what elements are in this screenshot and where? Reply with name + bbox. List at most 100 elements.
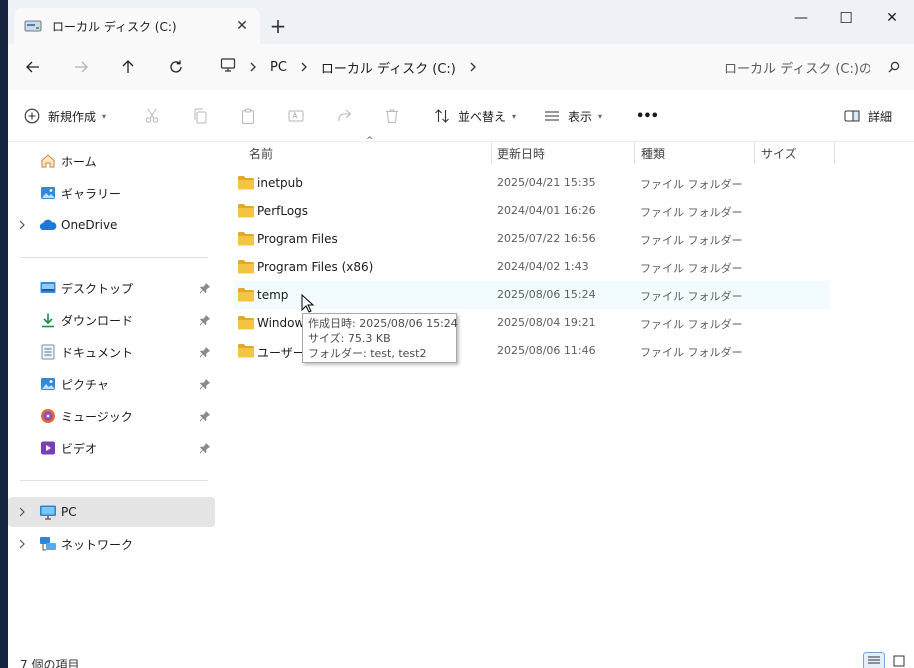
- pc-icon: [39, 503, 57, 521]
- close-tab-icon[interactable]: ✕: [228, 12, 256, 40]
- sidebar-item-onedrive[interactable]: OneDrive: [8, 210, 215, 240]
- tooltip-size: サイズ: 75.3 KB: [308, 332, 391, 345]
- column-header-name[interactable]: 名前: [249, 142, 273, 164]
- pictures-icon: [39, 375, 57, 393]
- sidebar-item-pictures[interactable]: ピクチャ: [8, 369, 215, 399]
- column-header-modified[interactable]: 更新日時: [497, 142, 545, 164]
- copy-button[interactable]: [192, 102, 208, 130]
- trash-icon: [386, 109, 398, 123]
- sidebar-item-documents[interactable]: ドキュメント: [8, 337, 215, 367]
- desktop-icon: [39, 279, 57, 297]
- chevron-right-icon[interactable]: [16, 210, 28, 240]
- arrow-up-icon: [122, 60, 134, 73]
- details-view-button[interactable]: [863, 652, 885, 668]
- new-label: 新規作成: [48, 109, 97, 124]
- more-options-button[interactable]: •••: [636, 102, 659, 130]
- chevron-right-icon: [244, 62, 262, 72]
- sort-ascending-icon: ^: [366, 136, 374, 146]
- column-header-size[interactable]: サイズ: [761, 142, 797, 164]
- video-icon: [39, 439, 57, 457]
- sidebar-item-gallery[interactable]: ギャラリー: [8, 178, 215, 208]
- minimize-button[interactable]: —: [778, 0, 824, 36]
- pin-icon[interactable]: [199, 346, 211, 358]
- table-row[interactable]: temp 2025/08/06 15:24 ファイル フォルダー: [234, 281, 830, 309]
- clipboard-icon: [242, 108, 254, 124]
- sidebar-item-home[interactable]: ホーム: [8, 146, 215, 176]
- home-icon: [39, 152, 57, 170]
- details-button[interactable]: 詳細: [844, 102, 892, 130]
- forward-button[interactable]: [65, 52, 97, 82]
- sidebar-item-label: ギャラリー: [61, 186, 122, 201]
- close-window-button[interactable]: ✕: [869, 0, 914, 36]
- sort-label: 並べ替え: [458, 109, 507, 124]
- sidebar-item-label: ダウンロード: [61, 313, 134, 328]
- file-list: ^ 名前 更新日時 種類 サイズ inetpub 2025/04/21 15:35…: [226, 136, 914, 642]
- pin-icon[interactable]: [199, 314, 211, 326]
- new-button[interactable]: 新規作成 ▾: [24, 102, 106, 130]
- column-divider[interactable]: [834, 142, 835, 164]
- delete-button[interactable]: [384, 102, 400, 130]
- chevron-right-icon[interactable]: [16, 529, 28, 559]
- search-box[interactable]: ローカル ディスク (C:)の検索: [714, 52, 902, 82]
- breadcrumb: PC ローカル ディスク (C:): [212, 52, 482, 82]
- chevron-right-icon[interactable]: [16, 497, 28, 527]
- new-tab-button[interactable]: +: [264, 12, 292, 40]
- rename-button[interactable]: [288, 102, 304, 130]
- breadcrumb-local-disk[interactable]: ローカル ディスク (C:): [313, 58, 464, 77]
- table-row[interactable]: Program Files (x86) 2024/04/02 1:43 ファイル フ…: [234, 253, 830, 281]
- more-icon: •••: [636, 108, 659, 124]
- refresh-button[interactable]: [160, 52, 192, 82]
- item-count: 7 個の項目: [20, 658, 80, 668]
- column-header-type[interactable]: 種類: [641, 142, 665, 164]
- gallery-icon: [39, 184, 57, 202]
- sidebar-item-desktop[interactable]: デスクトップ: [8, 273, 215, 303]
- file-modified: 2024/04/01 16:26: [497, 204, 596, 217]
- file-name: PerfLogs: [257, 204, 309, 218]
- chevron-right-icon[interactable]: [464, 62, 482, 72]
- pin-icon[interactable]: [199, 410, 211, 422]
- navigation-pane: ホーム ギャラリー OneDrive デスクトップ ダウンロード ドキュメント …: [8, 142, 226, 642]
- pin-icon[interactable]: [199, 282, 211, 294]
- folder-icon: [237, 175, 255, 190]
- sidebar-item-label: デスクトップ: [61, 281, 134, 296]
- sidebar-item-label: PC: [61, 505, 77, 519]
- table-row[interactable]: inetpub 2025/04/21 15:35 ファイル フォルダー: [234, 169, 830, 197]
- sidebar-item-downloads[interactable]: ダウンロード: [8, 305, 215, 335]
- pc-location-icon[interactable]: [212, 57, 244, 77]
- up-button[interactable]: [112, 52, 144, 82]
- table-row[interactable]: Program Files 2025/07/22 16:56 ファイル フォルダー: [234, 225, 830, 253]
- sidebar-item-network[interactable]: ネットワーク: [8, 529, 215, 559]
- paste-button[interactable]: [240, 102, 256, 130]
- cloud-icon: [39, 216, 57, 234]
- column-divider[interactable]: [491, 142, 492, 164]
- explorer-tab[interactable]: ローカル ディスク (C:) ✕: [14, 8, 260, 44]
- tiles-view-icon: [893, 655, 905, 667]
- sidebar-item-videos[interactable]: ビデオ: [8, 433, 215, 463]
- sidebar-item-pc[interactable]: PC: [8, 497, 215, 527]
- back-button[interactable]: [17, 52, 49, 82]
- pin-icon[interactable]: [199, 442, 211, 454]
- file-type: ファイル フォルダー: [640, 234, 743, 247]
- breadcrumb-pc[interactable]: PC: [262, 60, 295, 75]
- file-modified: 2025/04/21 15:35: [497, 176, 596, 189]
- view-button[interactable]: 表示 ▾: [544, 102, 602, 130]
- view-label: 表示: [568, 109, 593, 124]
- file-modified: 2025/08/06 11:46: [497, 344, 596, 357]
- cut-button[interactable]: [144, 102, 160, 130]
- column-divider[interactable]: [634, 142, 635, 164]
- sort-button[interactable]: 並べ替え ▾: [434, 102, 516, 130]
- search-input[interactable]: ローカル ディスク (C:)の検索: [724, 58, 870, 77]
- maximize-button[interactable]: ☐: [823, 0, 869, 36]
- sidebar-item-music[interactable]: ミュージック: [8, 401, 215, 431]
- file-type: ファイル フォルダー: [640, 290, 743, 303]
- tiles-view-button[interactable]: [888, 652, 910, 668]
- rename-icon: [288, 110, 304, 122]
- file-modified: 2025/07/22 16:56: [497, 232, 596, 245]
- file-name: ユーザー: [257, 346, 305, 360]
- share-button[interactable]: [336, 102, 352, 130]
- file-type: ファイル フォルダー: [640, 178, 743, 191]
- table-row[interactable]: PerfLogs 2024/04/01 16:26 ファイル フォルダー: [234, 197, 830, 225]
- pin-icon[interactable]: [199, 378, 211, 390]
- column-divider[interactable]: [754, 142, 755, 164]
- file-type: ファイル フォルダー: [640, 346, 743, 359]
